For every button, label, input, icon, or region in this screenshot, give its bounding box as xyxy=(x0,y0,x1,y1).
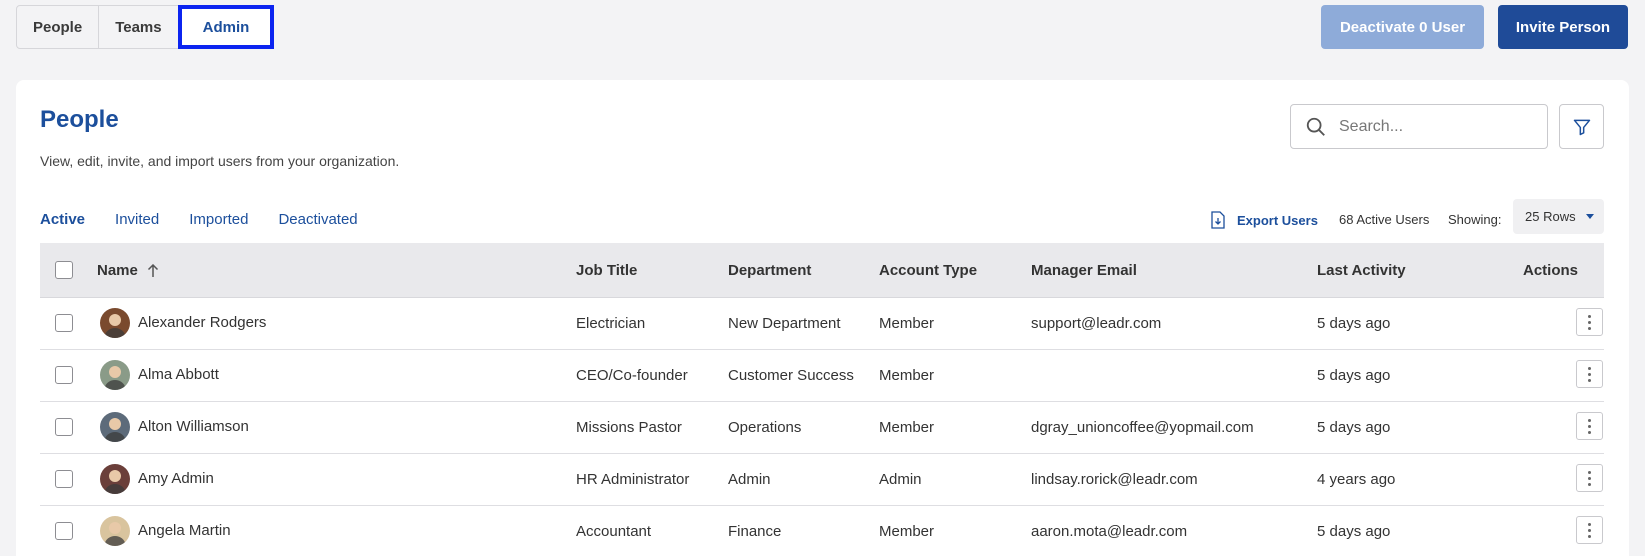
job-title: Electrician xyxy=(576,315,646,332)
avatar xyxy=(100,464,130,494)
row-actions-menu-button[interactable] xyxy=(1576,464,1603,492)
last-activity: 4 years ago xyxy=(1317,471,1396,488)
avatar xyxy=(100,412,130,442)
people-card: People View, edit, invite, and import us… xyxy=(16,80,1629,556)
row-actions-menu-button[interactable] xyxy=(1576,412,1603,440)
account-type: Member xyxy=(879,419,935,436)
row-checkbox[interactable] xyxy=(55,314,73,332)
row-checkbox[interactable] xyxy=(55,418,73,436)
account-type: Member xyxy=(879,315,935,332)
rows-per-page-select[interactable]: 25 Rows xyxy=(1513,199,1604,234)
active-users-count: 68 Active Users xyxy=(1339,212,1430,227)
avatar xyxy=(100,360,130,390)
select-all-checkbox[interactable] xyxy=(55,261,73,279)
table-row: Amy Admin HR Administrator Admin Admin l… xyxy=(40,454,1604,506)
table-row: Angela Martin Accountant Finance Member … xyxy=(40,506,1604,556)
search-input[interactable] xyxy=(1339,117,1529,136)
table-row: Alexander Rodgers Electrician New Depart… xyxy=(40,298,1604,350)
column-last-activity-header[interactable]: Last Activity xyxy=(1317,262,1406,279)
page-subtitle: View, edit, invite, and import users fro… xyxy=(40,153,400,169)
job-title: CEO/Co-founder xyxy=(576,367,688,384)
row-actions-menu-button[interactable] xyxy=(1576,360,1603,388)
tab-admin[interactable]: Admin xyxy=(177,5,275,49)
user-name[interactable]: Angela Martin xyxy=(138,522,231,539)
page-title: People xyxy=(40,106,119,133)
user-name[interactable]: Alma Abbott xyxy=(138,366,219,383)
account-type: Member xyxy=(879,523,935,540)
table-row: Alma Abbott CEO/Co-founder Customer Succ… xyxy=(40,350,1604,402)
users-table: Name Job Title Department Account Type M… xyxy=(40,243,1604,556)
subtab-active[interactable]: Active xyxy=(40,211,85,228)
table-row: Alton Williamson Missions Pastor Operati… xyxy=(40,402,1604,454)
avatar xyxy=(100,516,130,546)
showing-label: Showing: xyxy=(1448,212,1502,227)
tab-teams[interactable]: Teams xyxy=(99,6,179,48)
subtab-imported[interactable]: Imported xyxy=(189,211,248,228)
user-name[interactable]: Amy Admin xyxy=(138,470,214,487)
account-type: Admin xyxy=(879,471,922,488)
table-body: Alexander Rodgers Electrician New Depart… xyxy=(40,298,1604,556)
last-activity: 5 days ago xyxy=(1317,367,1391,384)
job-title: Accountant xyxy=(576,523,652,540)
manager-email: aaron.mota@leadr.com xyxy=(1031,523,1188,540)
search-box xyxy=(1290,104,1548,149)
rows-per-page-value: 25 Rows xyxy=(1525,209,1576,224)
deactivate-users-button[interactable]: Deactivate 0 User xyxy=(1321,5,1484,49)
column-job-title-header[interactable]: Job Title xyxy=(576,262,637,279)
manager-email: dgray_unioncoffee@yopmail.com xyxy=(1031,419,1254,436)
top-nav-tabs: People Teams Admin xyxy=(16,5,275,49)
job-title: Missions Pastor xyxy=(576,419,682,436)
column-name-header[interactable]: Name xyxy=(97,262,159,279)
table-header: Name Job Title Department Account Type M… xyxy=(40,243,1604,298)
last-activity: 5 days ago xyxy=(1317,315,1391,332)
filter-button[interactable] xyxy=(1559,104,1604,149)
user-name[interactable]: Alexander Rodgers xyxy=(138,314,266,331)
department: Customer Success xyxy=(728,367,854,384)
row-checkbox[interactable] xyxy=(55,470,73,488)
column-manager-email-header[interactable]: Manager Email xyxy=(1031,262,1137,279)
job-title: HR Administrator xyxy=(576,471,690,488)
account-type: Member xyxy=(879,367,935,384)
export-users-label: Export Users xyxy=(1237,212,1318,228)
user-name[interactable]: Alton Williamson xyxy=(138,418,249,435)
export-file-icon xyxy=(1211,211,1225,229)
subtab-deactivated[interactable]: Deactivated xyxy=(278,211,357,228)
row-actions-menu-button[interactable] xyxy=(1576,308,1603,336)
column-department-header[interactable]: Department xyxy=(728,262,811,279)
tab-people[interactable]: People xyxy=(17,6,100,48)
row-checkbox[interactable] xyxy=(55,366,73,384)
column-actions-header: Actions xyxy=(1523,262,1579,279)
column-account-type-header[interactable]: Account Type xyxy=(879,262,977,279)
subtab-invited[interactable]: Invited xyxy=(115,211,159,228)
department: New Department xyxy=(728,315,841,332)
sort-ascending-icon xyxy=(147,263,158,277)
department: Admin xyxy=(728,471,771,488)
filter-icon xyxy=(1573,119,1590,135)
status-tabs: Active Invited Imported Deactivated xyxy=(40,211,388,228)
search-icon xyxy=(1306,117,1325,136)
last-activity: 5 days ago xyxy=(1317,419,1391,436)
avatar xyxy=(100,308,130,338)
row-checkbox[interactable] xyxy=(55,522,73,540)
dropdown-caret-icon xyxy=(1586,214,1594,219)
column-name-label: Name xyxy=(97,262,138,279)
row-actions-menu-button[interactable] xyxy=(1576,516,1603,544)
invite-person-button[interactable]: Invite Person xyxy=(1498,5,1628,49)
department: Finance xyxy=(728,523,782,540)
last-activity: 5 days ago xyxy=(1317,523,1391,540)
department: Operations xyxy=(728,419,802,436)
export-users-button[interactable]: Export Users xyxy=(1211,211,1318,229)
manager-email: support@leadr.com xyxy=(1031,315,1162,332)
manager-email: lindsay.rorick@leadr.com xyxy=(1031,471,1198,488)
